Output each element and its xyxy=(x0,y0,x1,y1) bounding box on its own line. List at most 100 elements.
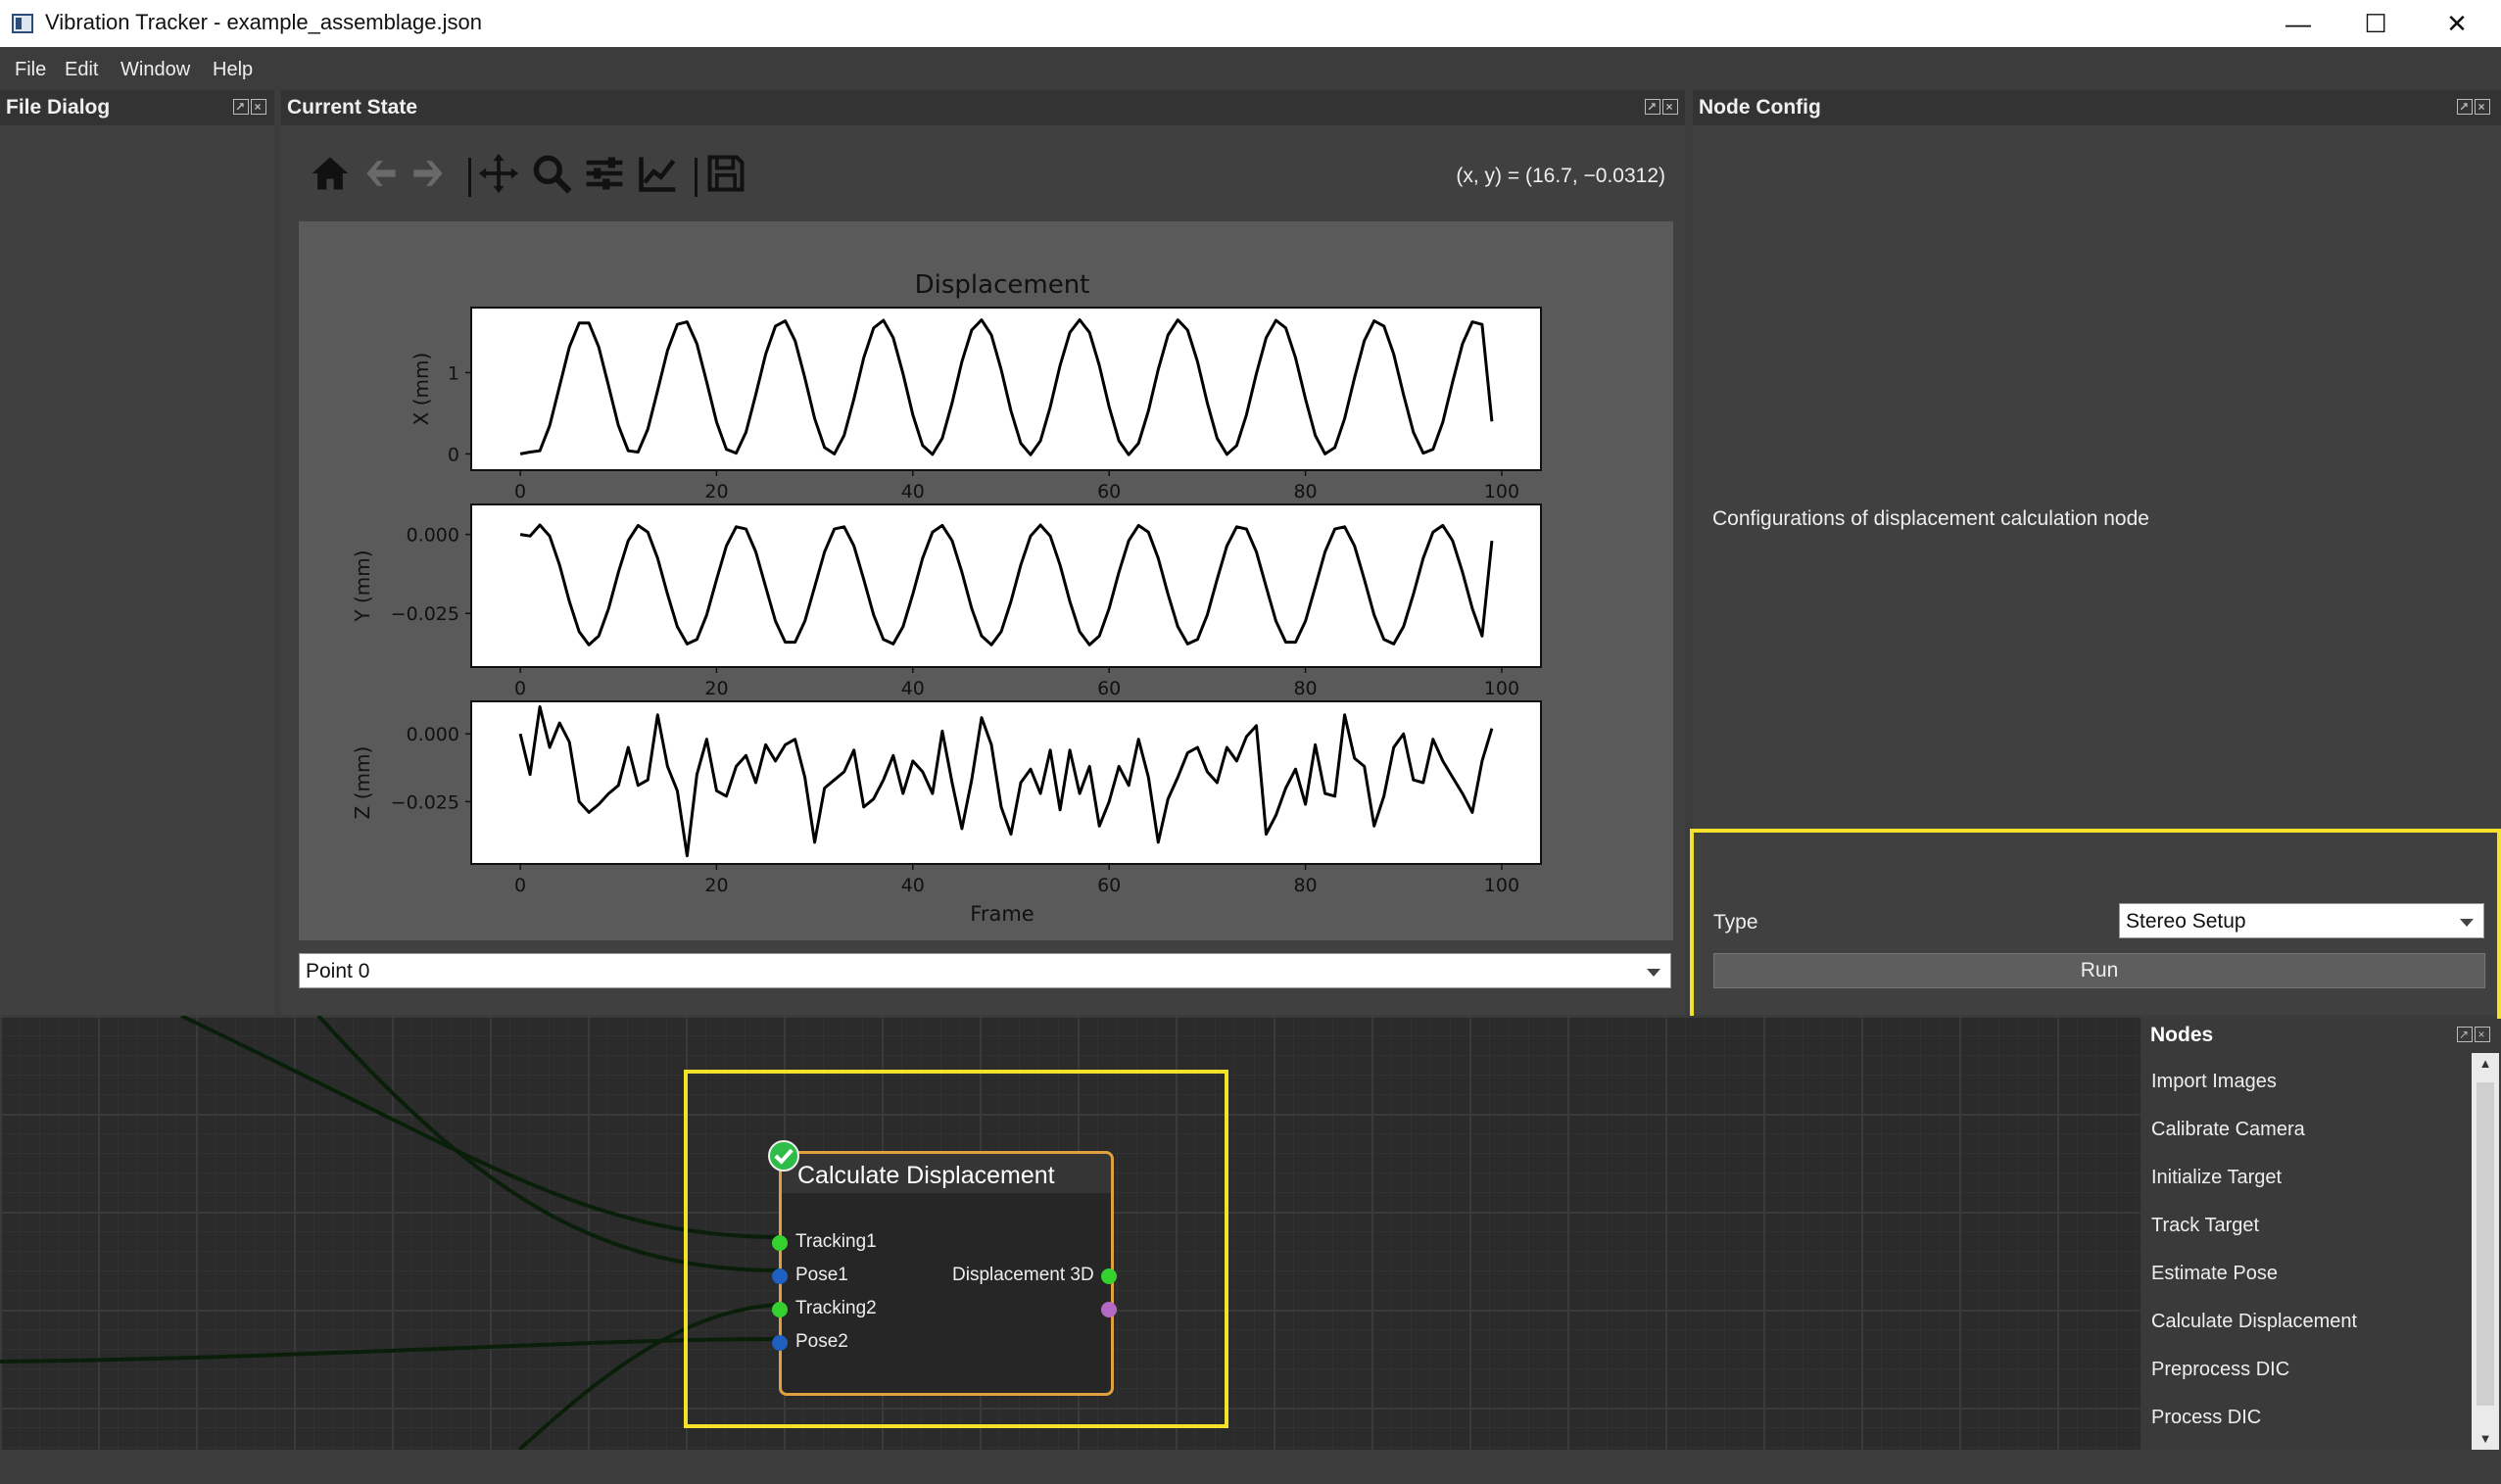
current-state-label: Current State xyxy=(287,96,418,119)
node-description: Configurations of displacement calculati… xyxy=(1712,507,2149,530)
float-icon[interactable]: ↗ xyxy=(233,99,249,115)
close-panel-icon[interactable]: × xyxy=(1662,99,1678,115)
y-axis-label: Y (mm) xyxy=(351,550,374,622)
y-tick-label: 0.000 xyxy=(407,525,459,547)
x-tick-label: 0 xyxy=(514,678,526,699)
menu-help[interactable]: Help xyxy=(213,59,253,81)
scroll-down-icon[interactable]: ▼ xyxy=(2472,1428,2499,1450)
point-selector[interactable]: Point 0 xyxy=(299,953,1671,988)
y-axis-label: X (mm) xyxy=(409,353,433,426)
float-icon[interactable]: ↗ xyxy=(1645,99,1660,115)
x-tick-label: 60 xyxy=(1097,875,1121,896)
input-port-pose1[interactable] xyxy=(772,1269,788,1284)
window-titlebar: Vibration Tracker - example_assemblage.j… xyxy=(0,0,2501,47)
output-port-displacement-3d[interactable] xyxy=(1101,1269,1117,1284)
file-dialog-title: File Dialog ↗ × xyxy=(0,90,274,125)
y-tick-label: −0.025 xyxy=(391,603,459,625)
x-tick-label: 60 xyxy=(1097,678,1121,699)
file-dialog-label: File Dialog xyxy=(6,96,111,119)
node-list-item[interactable]: Process DIC xyxy=(2151,1407,2261,1429)
port-label: Pose1 xyxy=(795,1265,848,1285)
menu-file[interactable]: File xyxy=(15,59,46,81)
x-tick-label: 20 xyxy=(704,875,728,896)
input-port-pose2[interactable] xyxy=(772,1335,788,1351)
scroll-up-icon[interactable]: ▲ xyxy=(2472,1053,2499,1075)
minimize-icon[interactable]: — xyxy=(2266,4,2331,43)
forward-arrow-icon[interactable] xyxy=(407,152,454,201)
status-bar xyxy=(0,1450,2501,1484)
chevron-down-icon xyxy=(2460,919,2474,927)
maximize-icon[interactable]: ☐ xyxy=(2343,4,2408,43)
x-tick-label: 80 xyxy=(1293,481,1317,503)
menu-window[interactable]: Window xyxy=(120,59,190,81)
save-icon[interactable] xyxy=(704,152,751,201)
x-tick-label: 80 xyxy=(1293,678,1317,699)
node-list-item[interactable]: Calibrate Camera xyxy=(2151,1119,2305,1141)
input-port-tracking1[interactable] xyxy=(772,1235,788,1251)
plot-toolbar xyxy=(309,152,759,201)
scroll-thumb[interactable] xyxy=(2477,1082,2494,1406)
edit-axis-icon[interactable] xyxy=(636,152,683,201)
current-state-title: Current State ↗ × xyxy=(281,90,1685,125)
zoom-icon[interactable] xyxy=(530,152,577,201)
float-icon[interactable]: ↗ xyxy=(2457,1027,2473,1042)
menu-edit[interactable]: Edit xyxy=(65,59,98,81)
subplot-axes xyxy=(470,700,1542,865)
node-config-label: Node Config xyxy=(1699,96,1821,119)
close-panel-icon[interactable]: × xyxy=(2475,1027,2490,1042)
y-tick-label: −0.025 xyxy=(391,791,459,813)
y-tick-label: 0 xyxy=(448,444,459,465)
close-panel-icon[interactable]: × xyxy=(251,99,266,115)
node-list-item[interactable]: Track Target xyxy=(2151,1215,2259,1237)
back-arrow-icon[interactable] xyxy=(360,152,407,201)
node-list-item[interactable]: Initialize Target xyxy=(2151,1167,2282,1189)
nodes-panel-title: Nodes xyxy=(2150,1024,2214,1046)
port-label: Tracking1 xyxy=(795,1231,877,1252)
x-tick-label: 80 xyxy=(1293,875,1317,896)
nodes-scrollbar[interactable]: ▲ ▼ xyxy=(2472,1053,2499,1450)
chart-xlabel: Frame xyxy=(970,902,1034,926)
menu-bar: File Edit Window Help xyxy=(0,51,2501,90)
calculate-displacement-node[interactable]: Calculate Displacement Tracking1 Pose1 T… xyxy=(772,1151,1117,1396)
cursor-coordinates: (x, y) = (16.7, −0.0312) xyxy=(1456,165,1665,187)
y-tick-label: 0.000 xyxy=(407,724,459,745)
node-list-item[interactable]: Import Images xyxy=(2151,1071,2277,1093)
checkmark-icon xyxy=(768,1140,799,1172)
port-label: Tracking2 xyxy=(795,1298,877,1318)
toolbar-separator xyxy=(468,158,471,197)
x-tick-label: 40 xyxy=(901,678,925,699)
app-window-icon xyxy=(12,14,33,33)
file-dialog-panel xyxy=(0,92,274,1015)
x-tick-label: 60 xyxy=(1097,481,1121,503)
x-tick-label: 0 xyxy=(514,481,526,503)
window-title: Vibration Tracker - example_assemblage.j… xyxy=(45,10,482,34)
node-list-item[interactable]: Preprocess DIC xyxy=(2151,1359,2289,1381)
type-select[interactable]: Stereo Setup xyxy=(2119,903,2484,938)
configure-subplots-icon[interactable] xyxy=(583,152,630,201)
x-tick-label: 40 xyxy=(901,875,925,896)
port-label: Pose2 xyxy=(795,1331,848,1352)
y-tick-label: 1 xyxy=(448,362,459,384)
point-selector-value: Point 0 xyxy=(306,960,370,982)
toolbar-separator xyxy=(695,158,697,197)
displacement-chart[interactable]: Displacement Frame 0 20 40 60 80 100 0 1 X (mm) 0… xyxy=(299,221,1673,940)
close-panel-icon[interactable]: × xyxy=(2475,99,2490,115)
node-list-item[interactable]: Estimate Pose xyxy=(2151,1263,2278,1285)
chart-title: Displacement xyxy=(915,270,1090,300)
type-label: Type xyxy=(1713,911,1758,933)
x-tick-label: 20 xyxy=(704,481,728,503)
close-icon[interactable]: ✕ xyxy=(2425,4,2489,43)
node-list-item[interactable]: Calculate Displacement xyxy=(2151,1311,2357,1333)
type-select-value: Stereo Setup xyxy=(2126,910,2246,933)
port-label: Displacement 3D xyxy=(952,1265,1094,1285)
run-button[interactable]: Run xyxy=(1713,953,2485,988)
float-icon[interactable]: ↗ xyxy=(2457,99,2473,115)
node-header[interactable]: Calculate Displacement xyxy=(782,1154,1111,1193)
home-icon[interactable] xyxy=(309,152,356,201)
output-port-extra[interactable] xyxy=(1101,1302,1117,1317)
pan-icon[interactable] xyxy=(477,152,524,201)
input-port-tracking2[interactable] xyxy=(772,1302,788,1317)
x-tick-label: 100 xyxy=(1484,875,1519,896)
x-tick-label: 20 xyxy=(704,678,728,699)
displacement-figure: Displacement Frame 0 20 40 60 80 100 0 1 X (mm) 0… xyxy=(299,221,1673,940)
